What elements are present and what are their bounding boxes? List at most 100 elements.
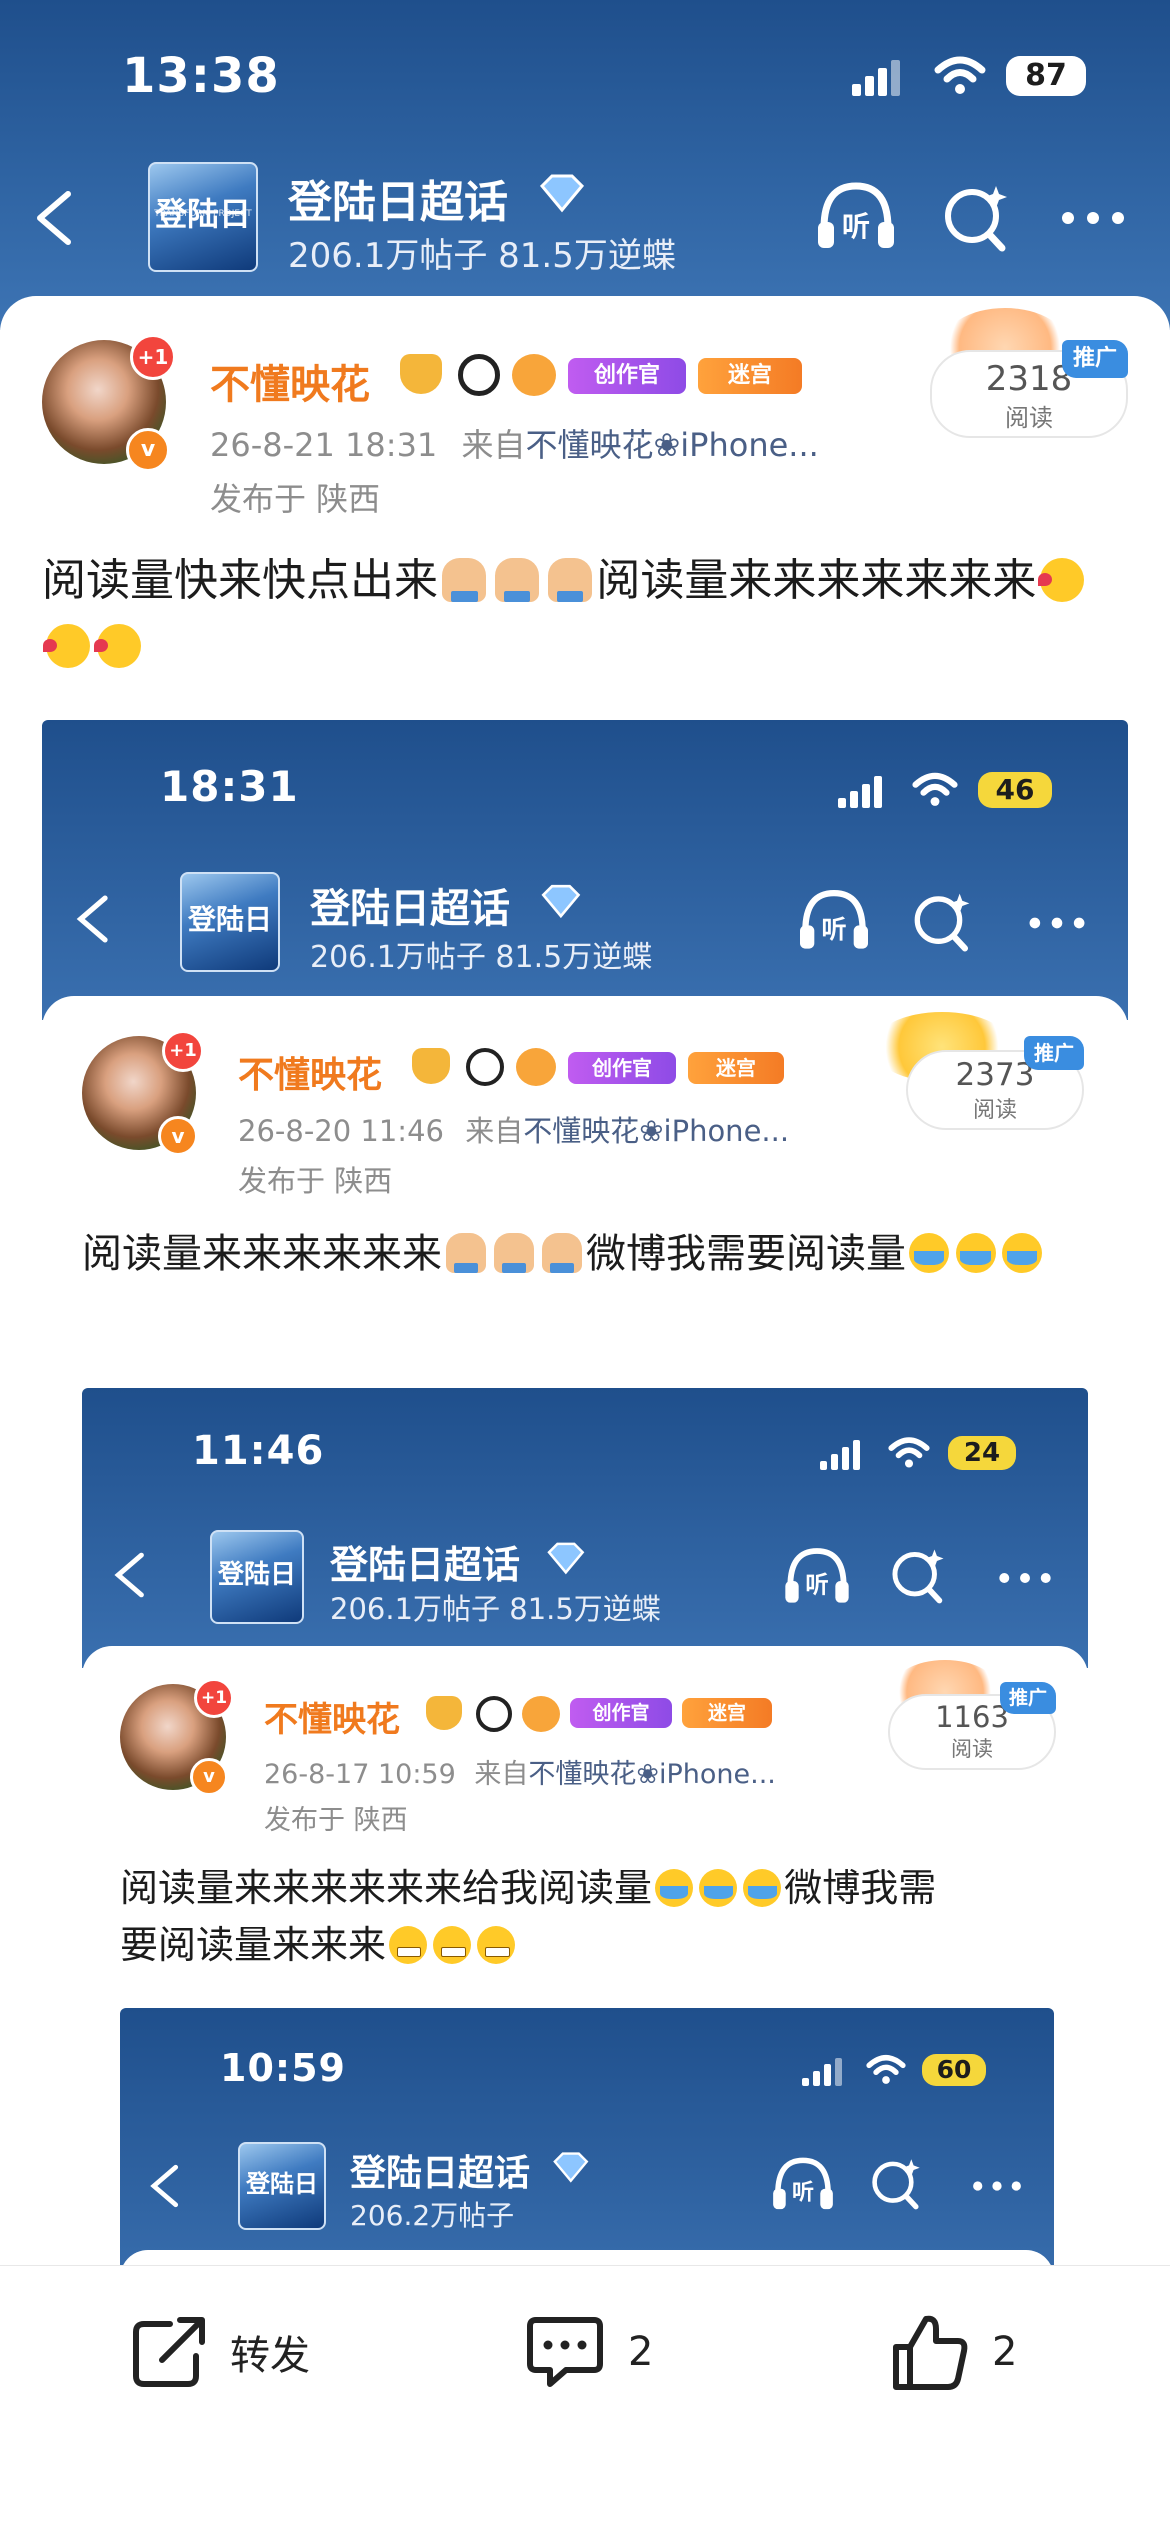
pray-emoji <box>494 1233 534 1273</box>
sobbing-face-emoji <box>743 1868 782 1907</box>
shot1-creator-tag: 创作官 <box>568 1052 676 1084</box>
grinning-face-emoji <box>477 1925 516 1964</box>
shot1-text-part-1: 阅读量来来来来来来 <box>82 1231 442 1277</box>
read-label: 阅读 <box>1005 404 1053 432</box>
post-time: 26-8-21 18:31 <box>210 426 438 464</box>
maze-tag[interactable]: 迷宫 <box>698 358 802 394</box>
shot1-back-icon <box>76 895 108 943</box>
shot2-source: 不懂映花❀iPhone... <box>528 1759 776 1790</box>
shot1-topic-stats: 206.1万帖子 81.5万逆蝶 <box>310 940 653 975</box>
like-icon <box>893 2315 968 2390</box>
shot1-wifi-icon <box>912 772 958 806</box>
crying-face-emoji <box>909 1233 950 1273</box>
like-count: 2 <box>992 2329 1018 2375</box>
shot1-text: 阅读量来来来来来来 微博我需要阅读量 <box>82 1224 1092 1284</box>
shot2-pufferfish-icon <box>522 1696 560 1732</box>
shot2-listen-icon: 听 <box>785 1548 849 1603</box>
shot2-text-part-2: 微博我需 <box>784 1866 937 1910</box>
crying-face-emoji <box>955 1233 996 1273</box>
sobbing-face-emoji <box>655 1868 694 1907</box>
shot3-wifi-icon <box>866 2055 906 2084</box>
crying-face-emoji <box>1001 1233 1042 1273</box>
page: 13:38 87 登陆日 TRANSFORM PROJECT 登陆日超话 206… <box>0 0 1170 2532</box>
shot3-signal-icon <box>802 2058 842 2086</box>
like-button[interactable]: 2 <box>890 2310 1017 2394</box>
shot3-topic-logo: 登陆日 <box>238 2142 326 2230</box>
pray-emoji <box>446 1233 486 1273</box>
repost-button[interactable]: 转发 <box>130 2312 310 2392</box>
svg-text:听: 听 <box>821 915 846 944</box>
shot2-verified-badge: v <box>190 1758 228 1796</box>
action-bar <box>0 2265 1170 2532</box>
promo-badge[interactable]: 推广 <box>1062 340 1128 378</box>
listen-icon[interactable]: 听 <box>814 178 898 254</box>
battery-indicator: 87 <box>1006 56 1086 96</box>
creator-tag[interactable]: 创作官 <box>568 358 686 394</box>
attached-screenshot-1[interactable]: 18:31 46 登陆日 登陆日超话 206.1万帖子 81.5万逆蝶 听 +1… <box>42 720 1128 2265</box>
shot3-logo-text: 登陆日 <box>246 2170 318 2198</box>
panda-icon <box>458 354 500 396</box>
shot3-diamond-icon <box>553 2152 589 2183</box>
post-text: 阅读量快来快点出来 阅读量来来来来来来来 <box>42 548 1132 680</box>
search-sparkle-icon[interactable] <box>942 182 1010 252</box>
shot3-card <box>120 2250 1054 2265</box>
shot2-topic-stats: 206.1万帖子 81.5万逆蝶 <box>330 1592 661 1626</box>
shot2-battery: 24 <box>948 1436 1016 1470</box>
shot2-topic-logo: 登陆日 <box>210 1530 304 1624</box>
svg-text:听: 听 <box>792 2181 814 2206</box>
shot1-listen-icon: 听 <box>800 890 868 949</box>
repost-icon <box>133 2317 205 2387</box>
shot1-verified-badge: v <box>158 1116 198 1156</box>
shot2-read-label: 阅读 <box>951 1737 993 1761</box>
comment-icon <box>527 2317 603 2387</box>
logo-subtext: TRANSFORM PROJECT <box>154 208 252 219</box>
pufferfish-icon <box>512 354 556 396</box>
shot2-source-prefix: 来自 <box>474 1759 529 1790</box>
shot2-panda-icon <box>476 1696 512 1732</box>
comment-button[interactable]: 2 <box>524 2312 653 2392</box>
topic-title[interactable]: 登陆日超话 <box>288 166 508 230</box>
shot2-text-part-3: 要阅读量来来来 <box>120 1923 387 1967</box>
shot1-text-part-2: 微博我需要阅读量 <box>586 1231 906 1277</box>
shot1-meta: 26-8-20 11:46 来自不懂映花❀iPhone... <box>238 1108 789 1150</box>
shot2-time: 26-8-17 10:59 <box>264 1759 456 1790</box>
back-icon[interactable] <box>30 188 76 248</box>
shot2-text-part-1: 阅读量来来来来来来给我阅读量 <box>120 1866 653 1910</box>
plus-one-badge: +1 <box>130 334 176 380</box>
shot3-topic-stats: 206.2万帖子 <box>350 2199 515 2232</box>
shot2-crown-icon <box>426 1696 462 1730</box>
shot1-crown-icon <box>412 1048 450 1084</box>
shot2-diamond-icon <box>547 1542 585 1575</box>
post-source[interactable]: 不懂映花❀iPhone... <box>525 426 818 464</box>
shot1-maze-tag: 迷宫 <box>688 1052 784 1084</box>
shot1-logo-text: 登陆日 <box>187 903 272 936</box>
shot1-battery: 46 <box>978 772 1052 808</box>
attached-screenshot-3: 10:59 60 登陆日 登陆日超话 206.2万帖子 听 <box>120 2008 1054 2265</box>
shot2-text: 阅读量来来来来来来给我阅读量 微博我需要阅读量来来来 <box>120 1860 1060 1974</box>
attached-screenshot-2: 11:46 24 登陆日 登陆日超话 206.1万帖子 81.5万逆蝶 听 +1… <box>82 1388 1088 2265</box>
shot3-listen-icon: 听 <box>773 2157 833 2210</box>
verified-badge: v <box>126 428 170 472</box>
svg-text:听: 听 <box>842 210 870 243</box>
shot2-back-icon <box>114 1552 144 1598</box>
shot1-author-name: 不懂映花 <box>238 1055 383 1096</box>
topic-logo[interactable]: 登陆日 TRANSFORM PROJECT <box>148 162 258 272</box>
more-icon[interactable] <box>1058 206 1128 230</box>
shot1-read-label: 阅读 <box>972 1098 1017 1123</box>
shot2-creator-tag: 创作官 <box>570 1698 672 1728</box>
shot1-diamond-icon <box>541 884 581 919</box>
shot1-source: 不懂映花❀iPhone... <box>523 1114 790 1148</box>
comment-count: 2 <box>628 2329 654 2375</box>
signal-icon <box>852 60 900 96</box>
shot3-topic-title: 登陆日超话 <box>350 2153 531 2194</box>
shot1-topic-title: 登陆日超话 <box>310 886 510 932</box>
shot2-maze-tag: 迷宫 <box>682 1698 772 1728</box>
shot1-promo: 推广 <box>1024 1036 1084 1070</box>
wifi-icon <box>934 56 986 94</box>
status-time: 13:38 <box>122 48 280 104</box>
shot3-battery: 60 <box>922 2054 986 2086</box>
source-prefix: 来自 <box>461 426 526 464</box>
shot2-logo-text: 登陆日 <box>217 1560 296 1590</box>
author-name[interactable]: 不懂映花 <box>210 352 370 410</box>
shot1-search-icon <box>914 893 970 952</box>
